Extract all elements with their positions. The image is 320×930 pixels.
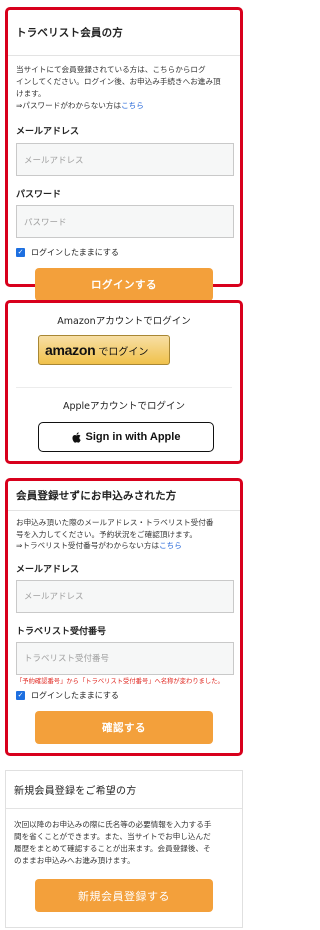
member-login-title: トラベリスト会員の方	[8, 10, 240, 56]
new-registration-description: 次回以降のお申込みの際に氏名等の必要情報を入力する手 間を省くことができます。ま…	[6, 819, 242, 867]
login-button[interactable]: ログインする	[35, 268, 213, 301]
guest-email-input[interactable]: メールアドレス	[16, 579, 234, 613]
checkbox-checked-icon[interactable]: ✓	[16, 248, 25, 257]
travelist-number-label: トラベリスト受付番号	[16, 626, 107, 637]
forgot-password-line: ⇒パスワードがわからない方はこちら	[16, 100, 232, 112]
checkbox-checked-icon[interactable]: ✓	[16, 691, 25, 700]
desc-line: のままお申込みへお進み頂けます。	[14, 856, 135, 865]
guest-email-label: メールアドレス	[16, 564, 80, 575]
guest-remember-checkbox-row[interactable]: ✓ ログインしたままにする	[8, 690, 240, 701]
forgot-number-link[interactable]: こちら	[159, 541, 182, 550]
guest-lookup-title: 会員登録せずにお申込みされた方	[8, 481, 240, 511]
password-input[interactable]: パスワード	[16, 205, 234, 238]
travelist-number-input[interactable]: トラベリスト受付番号	[16, 641, 234, 675]
desc-line: お申込み頂いた際のメールアドレス・トラベリスト受付番	[16, 518, 214, 527]
amazon-login-title: Amazonアカウントでログイン	[57, 316, 191, 327]
amazon-logo: amazon	[45, 342, 96, 358]
guest-lookup-card: 会員登録せずにお申込みされた方 お申込み頂いた際のメールアドレス・トラベリスト受…	[5, 478, 243, 756]
desc-line: 間を省くことができます。また、当サイトでお申し込んだ	[14, 832, 211, 841]
forgot-number-line: ⇒トラベリスト受付番号がわからない方はこちら	[16, 540, 232, 552]
email-input[interactable]: メールアドレス	[16, 143, 234, 176]
password-label: パスワード	[16, 190, 62, 200]
apple-signin-button[interactable]: Sign in with Apple	[38, 422, 214, 452]
member-login-description: 当サイトにて会員登録されている方は、こちらからログ インしてください。ログイン後…	[8, 64, 240, 112]
apple-login-title: Appleアカウントでログイン	[62, 401, 186, 412]
remember-login-label: ログインしたままにする	[31, 248, 119, 257]
member-login-card: トラベリスト会員の方 当サイトにて会員登録されている方は、こちらからログ インし…	[5, 7, 243, 301]
desc-line: 号を入力してください。予約状況をご確認頂けます。	[16, 529, 198, 539]
apple-icon	[71, 431, 81, 443]
new-registration-button[interactable]: 新規会員登録する	[35, 879, 213, 912]
social-login-card: Amazonアカウントでログイン amazon でログイン Appleアカウント…	[5, 300, 243, 464]
new-registration-title: 新規会員登録をご希望の方	[6, 771, 242, 809]
apple-signin-label: Sign in with Apple	[85, 431, 181, 443]
social-divider	[16, 387, 232, 388]
guest-remember-label: ログインしたままにする	[31, 691, 119, 700]
amazon-login-button[interactable]: amazon でログイン	[38, 335, 170, 365]
rename-notice: 「予約確認番号」から「トラベリスト受付番号」へ名称が変わりました。	[16, 677, 224, 685]
forgot-number-text: ⇒トラベリスト受付番号がわからない方は	[16, 541, 160, 550]
desc-line: 履歴をまとめて確認することが出来ます。会員登録後、そ	[14, 844, 211, 853]
remember-login-checkbox-row[interactable]: ✓ ログインしたままにする	[8, 247, 240, 258]
desc-line: インしてください。ログイン後、お申込み手続きへお進み頂	[16, 77, 221, 86]
confirm-button[interactable]: 確認する	[35, 711, 213, 744]
guest-lookup-description: お申込み頂いた際のメールアドレス・トラベリスト受付番 号を入力してください。予約…	[8, 517, 240, 552]
forgot-password-text: ⇒パスワードがわからない方は	[16, 101, 122, 110]
new-registration-card: 新規会員登録をご希望の方 次回以降のお申込みの際に氏名等の必要情報を入力する手 …	[5, 770, 243, 928]
amazon-login-button-text: でログイン	[98, 346, 149, 358]
desc-line: 次回以降のお申込みの際に氏名等の必要情報を入力する手	[14, 820, 212, 829]
email-label: メールアドレス	[16, 127, 80, 137]
desc-line: けます。	[16, 89, 46, 98]
desc-line: 当サイトにて会員登録されている方は、こちらからログ	[16, 65, 206, 74]
forgot-password-link[interactable]: こちら	[121, 101, 144, 110]
